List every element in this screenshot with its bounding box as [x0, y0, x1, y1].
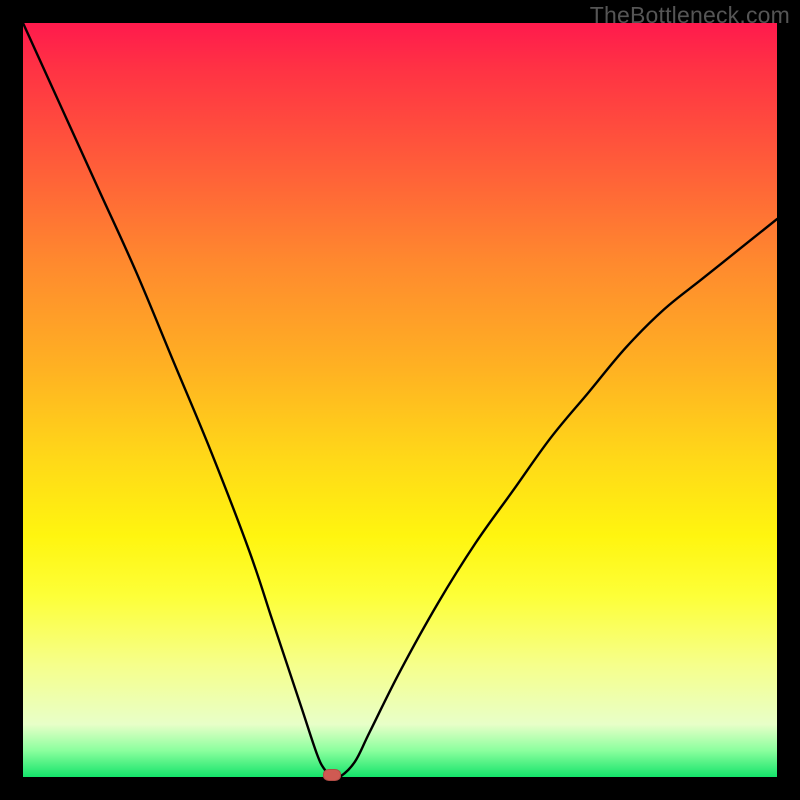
bottleneck-curve — [23, 23, 777, 777]
chart-frame: TheBottleneck.com — [0, 0, 800, 800]
plot-area — [23, 23, 777, 777]
optimal-point-marker — [323, 769, 341, 781]
